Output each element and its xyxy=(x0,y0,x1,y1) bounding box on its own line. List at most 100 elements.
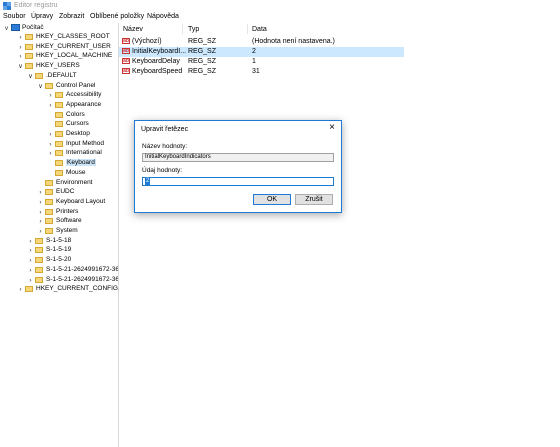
tree-item[interactable]: › S-1-5-20 xyxy=(27,256,118,265)
menu-soubor[interactable]: Soubor xyxy=(3,13,26,20)
value-data-input[interactable]: 2 xyxy=(142,177,334,186)
expand-chevron-icon[interactable]: › xyxy=(47,141,54,148)
collapse-chevron-icon[interactable]: v xyxy=(3,25,10,32)
tree-item[interactable]: › S-1-5-21-2624991672-368 xyxy=(27,276,118,285)
column-divider[interactable] xyxy=(247,24,248,34)
window-title: Editor registru xyxy=(14,2,58,9)
tree-item[interactable]: › S-1-5-21-2624991672-368 xyxy=(27,266,118,275)
list-row[interactable]: ab KeyboardDelay REG_SZ 1 xyxy=(119,57,404,67)
tree-item-label: Keyboard xyxy=(66,159,96,167)
list-row[interactable]: ab KeyboardSpeed REG_SZ 31 xyxy=(119,67,404,77)
expand-chevron-icon[interactable]: › xyxy=(27,247,34,254)
column-divider[interactable] xyxy=(182,24,183,34)
value-data: 31 xyxy=(252,68,260,75)
tree-item-label: HKEY_CURRENT_USER xyxy=(36,42,111,50)
tree-item-label: Accessibility xyxy=(66,91,102,99)
expand-chevron-icon[interactable]: › xyxy=(47,102,54,109)
cancel-button[interactable]: Zrušit xyxy=(295,194,333,205)
menu-upravy[interactable]: Úpravy xyxy=(31,13,53,20)
value-name: InitialKeyboardI... xyxy=(132,48,187,55)
tree-item[interactable]: Environment xyxy=(37,179,118,188)
menu-napoveda[interactable]: Nápověda xyxy=(147,13,179,20)
tree-item[interactable]: › Desktop xyxy=(47,130,118,139)
tree-item[interactable]: › System xyxy=(37,227,118,236)
tree-item[interactable]: › International xyxy=(47,149,118,158)
tree-item-label: Printers xyxy=(56,207,79,215)
expand-chevron-icon[interactable]: › xyxy=(47,92,54,99)
tree-item[interactable]: › HKEY_CURRENT_CONFIG xyxy=(17,285,118,294)
collapse-chevron-icon[interactable]: ∨ xyxy=(37,83,44,90)
registry-tree[interactable]: v Počítač › HKEY_CLASSES_ROOT › HKEY_CURREN… xyxy=(0,23,119,447)
value-type: REG_SZ xyxy=(188,48,217,55)
menu-zobrazit[interactable]: Zobrazit xyxy=(59,13,84,20)
folder-icon xyxy=(55,121,63,128)
tree-item[interactable]: › EUDC xyxy=(37,188,118,197)
tree-item[interactable]: › Keyboard Layout xyxy=(37,198,118,207)
tree-item[interactable]: › Appearance xyxy=(47,101,118,110)
expand-chevron-icon[interactable]: › xyxy=(27,257,34,264)
tree-item-label: HKEY_CLASSES_ROOT xyxy=(36,33,110,40)
tree-item[interactable]: ∨ Control Panel xyxy=(37,82,118,91)
tree-item[interactable]: Cursors xyxy=(47,120,118,129)
expand-chevron-icon[interactable]: › xyxy=(27,277,34,284)
expand-chevron-icon[interactable]: › xyxy=(27,267,34,274)
expand-chevron-icon[interactable]: › xyxy=(27,238,34,245)
list-row[interactable]: ab (Výchozí) REG_SZ (Hodnota není nastav… xyxy=(119,37,404,47)
expand-chevron-icon[interactable]: › xyxy=(17,53,24,60)
collapse-chevron-icon[interactable]: ∨ xyxy=(17,63,24,70)
tree-item[interactable]: Colors xyxy=(47,111,118,120)
folder-icon xyxy=(55,131,63,137)
value-type: REG_SZ xyxy=(188,68,217,75)
tree-item[interactable]: › S-1-5-18 xyxy=(27,237,118,246)
folder-icon xyxy=(55,140,63,147)
menu-oblibene[interactable]: Oblíbené položky xyxy=(90,13,144,20)
tree-item[interactable]: › Input Method xyxy=(47,140,118,149)
collapse-chevron-icon[interactable]: ∨ xyxy=(27,73,34,80)
expand-chevron-icon[interactable]: › xyxy=(37,199,44,206)
value-name: KeyboardSpeed xyxy=(132,68,183,75)
tree-item[interactable]: › Accessibility xyxy=(47,91,118,100)
expand-chevron-icon[interactable]: › xyxy=(47,150,54,157)
folder-icon xyxy=(45,198,53,205)
column-header-data[interactable]: Data xyxy=(252,26,267,33)
folder-icon xyxy=(35,247,43,254)
column-header-type[interactable]: Typ xyxy=(188,26,199,33)
tree-item[interactable]: › S-1-5-19 xyxy=(27,246,118,255)
tree-item-label: Desktop xyxy=(66,130,90,137)
tree-item[interactable]: ∨ .DEFAULT xyxy=(27,72,118,81)
folder-icon xyxy=(25,63,33,70)
tree-item[interactable]: Keyboard xyxy=(47,159,118,168)
expand-chevron-icon[interactable]: › xyxy=(37,189,44,196)
expand-chevron-icon[interactable]: › xyxy=(17,286,24,293)
close-icon[interactable]: × xyxy=(327,123,337,133)
list-row[interactable]: ab InitialKeyboardI... REG_SZ 2 xyxy=(119,47,404,57)
folder-icon xyxy=(55,169,63,176)
expand-chevron-icon[interactable]: › xyxy=(37,209,44,216)
column-header-name[interactable]: Název xyxy=(123,26,143,33)
expand-chevron-icon[interactable]: › xyxy=(17,34,24,41)
tree-item[interactable]: › HKEY_CURRENT_USER xyxy=(17,42,118,52)
tree-root[interactable]: v Počítač xyxy=(3,24,118,33)
tree-item-label: HKEY_CURRENT_CONFIG xyxy=(36,285,118,293)
expand-chevron-icon[interactable]: › xyxy=(37,228,44,235)
folder-icon xyxy=(55,150,63,157)
ab-string-icon: ab xyxy=(122,68,130,74)
tree-item[interactable]: › HKEY_LOCAL_MACHINE xyxy=(17,52,118,61)
values-list[interactable]: Název Typ Data ab (Výchozí) REG_SZ (Hodn… xyxy=(119,23,560,447)
expand-chevron-icon[interactable]: › xyxy=(17,44,24,51)
tree-item[interactable]: ∨ HKEY_USERS xyxy=(17,62,118,71)
folder-icon xyxy=(45,82,53,89)
tree-item[interactable]: › HKEY_CLASSES_ROOT xyxy=(17,33,118,42)
value-name-field: InitialKeyboardIndicators xyxy=(142,153,334,162)
ok-button[interactable]: OK xyxy=(253,194,291,205)
expand-chevron-icon[interactable]: › xyxy=(47,131,54,138)
folder-icon xyxy=(35,266,43,273)
tree-item-label: Cursors xyxy=(66,120,89,128)
tree-item[interactable]: › Software xyxy=(37,217,118,226)
expand-chevron-icon[interactable]: › xyxy=(37,218,44,225)
tree-item[interactable]: Mouse xyxy=(47,169,118,178)
folder-icon xyxy=(45,189,53,196)
tree-item[interactable]: › Printers xyxy=(37,207,118,217)
